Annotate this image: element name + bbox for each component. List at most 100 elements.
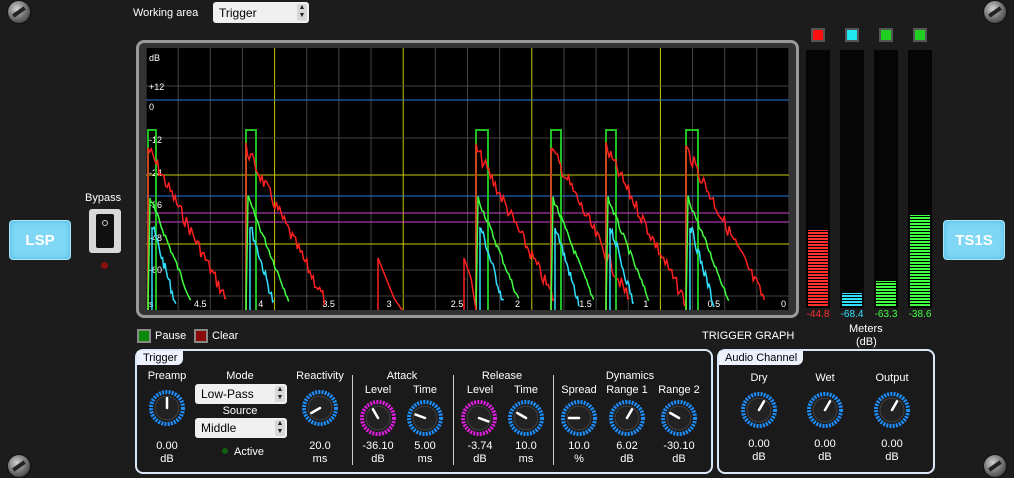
meter-led[interactable] — [913, 28, 927, 42]
envelope-trace — [147, 197, 192, 310]
attack-label: Attack — [386, 370, 418, 382]
wet-knob[interactable] — [807, 392, 843, 428]
level-meter — [874, 50, 898, 308]
signal-trace — [605, 142, 686, 310]
reactivity-knob[interactable] — [302, 390, 338, 426]
source-value: Middle — [201, 421, 237, 435]
range1-knob[interactable] — [609, 400, 645, 436]
release-time-unit: ms — [518, 453, 534, 465]
source-label: Source — [222, 405, 258, 417]
attack-time-knob[interactable] — [407, 400, 443, 436]
spread-knob[interactable] — [561, 400, 597, 436]
meter-fill — [842, 293, 862, 306]
bypass-switch[interactable] — [89, 209, 121, 253]
release-level-unit: dB — [473, 453, 487, 465]
spread-unit: % — [574, 453, 584, 465]
active-label: Active — [234, 446, 264, 458]
dry-knob[interactable] — [741, 392, 777, 428]
meter-led[interactable] — [811, 28, 825, 42]
trigger-trace — [609, 227, 635, 310]
attack-level-value: -36.10 — [362, 440, 394, 452]
source-select[interactable]: Middle ▲ ▼ — [195, 418, 287, 438]
release-time-knob[interactable] — [508, 400, 544, 436]
graph-x-label: 1 — [643, 299, 648, 309]
graph-x-label: 0 — [781, 299, 786, 309]
mode-value: Low-Pass — [201, 387, 254, 401]
switch-rocker-icon — [96, 214, 114, 248]
bypass-led — [101, 262, 108, 269]
release-level-label: Level — [466, 384, 494, 396]
meter-led[interactable] — [879, 28, 893, 42]
spread-value: 10.0 — [568, 440, 590, 452]
graph-x-label: 0.5 — [708, 299, 721, 309]
trigger-graph: dB+120-12-24-36-48-60s 4.5 4 3.5 3 2.5 2 1.5 1 0.… — [146, 48, 789, 310]
graph-x-label: 2 — [515, 299, 520, 309]
pause-checkbox[interactable] — [137, 329, 151, 343]
graph-y-label: +12 — [149, 82, 164, 92]
mode-label: Mode — [226, 370, 254, 382]
screw-top-left — [8, 1, 30, 23]
range2-knob[interactable] — [661, 400, 697, 436]
reactivity-value: 20.0 — [309, 440, 331, 452]
spin-arrows-icon: ▲ ▼ — [275, 386, 285, 402]
meter-led[interactable] — [845, 28, 859, 42]
screw-bottom-left — [8, 455, 30, 477]
attack-level-knob[interactable] — [360, 400, 396, 436]
output-value: 0.00 — [881, 438, 903, 450]
wet-label: Wet — [815, 372, 835, 384]
working-area-select[interactable]: Trigger ▲ ▼ — [213, 2, 309, 23]
audio-channel-panel-title: Audio Channel — [719, 351, 804, 365]
range1-label: Range 1 — [606, 384, 648, 396]
meter-value: -38.6 — [908, 309, 932, 320]
trigger-trace — [554, 227, 580, 310]
meters-title: Meters — [849, 323, 883, 335]
preamp-label: Preamp — [147, 370, 187, 382]
graph-x-label: 3 — [387, 299, 392, 309]
separator — [453, 375, 454, 465]
spin-arrows-icon: ▲ ▼ — [275, 420, 285, 436]
range1-value: 6.02 — [616, 440, 638, 452]
attack-level-unit: dB — [371, 453, 385, 465]
signal-trace — [245, 142, 326, 310]
dry-unit: dB — [752, 451, 766, 463]
meter-fill — [876, 281, 896, 306]
output-knob[interactable] — [874, 392, 910, 428]
release-level-knob[interactable] — [461, 400, 497, 436]
reactivity-unit: ms — [312, 453, 328, 465]
reactivity-label: Reactivity — [296, 370, 344, 382]
graph-db-label: dB — [149, 53, 160, 63]
pause-label: Pause — [155, 330, 187, 342]
range2-unit: dB — [672, 453, 686, 465]
level-meter — [806, 50, 830, 308]
trigger-panel-title: Trigger — [137, 351, 184, 365]
trigger-trace — [689, 226, 715, 310]
trigger-graph-frame: dB +12 0 -12 -24 -36 -48 -60 s 4.5 4 3.5 3 2.5 2 1.5 1 0.… — [136, 40, 799, 318]
release-time-value: 10.0 — [515, 440, 537, 452]
graph-x-label: 4 — [258, 299, 263, 309]
range1-unit: dB — [620, 453, 634, 465]
attack-time-value: 5.00 — [414, 440, 436, 452]
trigger-graph-title: TRIGGER GRAPH — [702, 330, 795, 342]
meter-fill — [808, 230, 828, 306]
range2-value: -30.10 — [663, 440, 695, 452]
release-level-value: -3.74 — [467, 440, 493, 452]
mode-select[interactable]: Low-Pass ▲ ▼ — [195, 384, 287, 404]
output-label: Output — [875, 372, 909, 384]
clear-checkbox[interactable] — [194, 329, 208, 343]
preamp-knob[interactable] — [149, 390, 185, 426]
meter-fill — [910, 215, 930, 306]
range2-label: Range 2 — [658, 384, 700, 396]
screw-bottom-right — [984, 455, 1006, 477]
trigger-trace — [249, 226, 275, 310]
wet-value: 0.00 — [814, 438, 836, 450]
plugin-logo-button[interactable]: TS1S — [943, 220, 1005, 260]
trigger-trace — [479, 226, 505, 310]
wet-unit: dB — [818, 451, 832, 463]
bypass-label: Bypass — [85, 192, 122, 204]
lsp-logo-button[interactable]: LSP — [9, 220, 71, 260]
output-unit: dB — [885, 451, 899, 463]
working-area-value: Trigger — [219, 5, 257, 20]
attack-level-label: Level — [364, 384, 392, 396]
meter-value: -63.3 — [874, 309, 898, 320]
clear-label: Clear — [212, 330, 239, 342]
